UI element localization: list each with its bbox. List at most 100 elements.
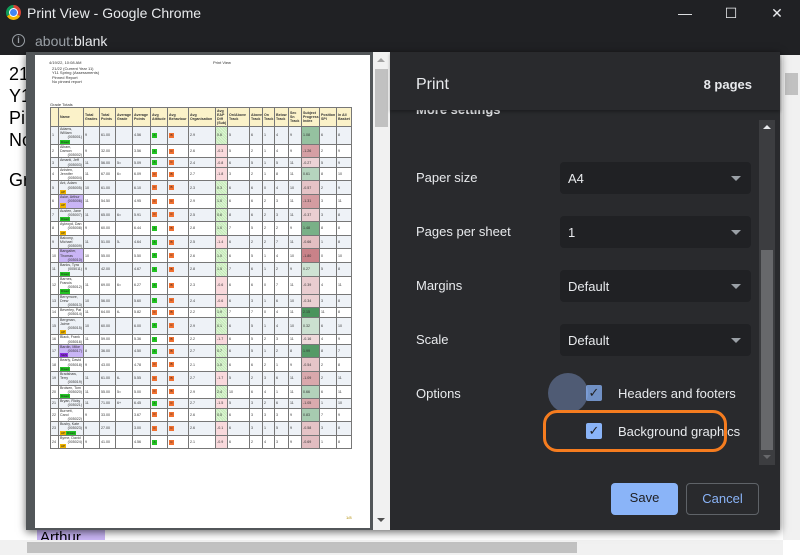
grade-badge: A [152,337,157,343]
preview-column-header: Total Grades [83,107,100,127]
student-tag: Disad [66,430,76,435]
grade-badge: B [169,389,174,395]
value-cell: 2.5 [188,207,216,223]
value-cell: 11 [83,398,100,409]
url-scheme: about: [35,33,74,49]
eap-diff-cell: -1.4 [215,234,228,250]
scrollbar-thumb[interactable] [785,73,798,95]
maximize-button[interactable]: ☐ [708,0,754,26]
scroll-down-icon[interactable] [377,518,385,522]
preview-scrollbar[interactable] [373,52,390,530]
value-cell: 3 [319,293,337,309]
address-bar[interactable]: i about:blank [0,26,800,55]
minimize-button[interactable]: — [662,0,708,26]
student-name: Bearly, David [60,358,82,363]
value-cell: 6 [227,316,250,336]
value-cell: 10 [83,293,100,309]
value-cell: 2 [262,207,275,223]
value-cell: 3 [319,207,337,223]
value-cell: 3 [262,407,275,423]
paper-size-select[interactable]: A4 [560,162,751,194]
value-cell: 4 [274,316,289,336]
preview-table-row: 24 Byrne, David (005024) AP 9 41.00 4.56 A C 2.1-… [50,434,352,450]
value-cell: 2 [262,334,275,345]
scrollbar-thumb[interactable] [27,542,577,553]
preview-column-header: In All Basket [336,107,352,127]
value-cell: 10 [83,248,100,264]
eap-diff-cell: -0.8 [215,157,228,168]
value-cell: 6 [274,293,289,309]
value-cell: 10 [336,398,352,409]
save-button[interactable]: Save [611,483,678,515]
page-vertical-scrollbar[interactable] [783,55,800,540]
chrome-logo-icon [6,5,21,20]
page-horizontal-scrollbar[interactable] [0,540,783,555]
cancel-button[interactable]: Cancel [686,483,759,515]
eap-diff-cell: 0.7 [215,343,228,359]
eap-diff-cell: 0.6 [215,207,228,223]
value-cell: 8 [319,166,337,182]
margins-select[interactable]: Default [560,270,751,302]
preview-column-header: Avg EAP Diff (Sub) [215,107,228,127]
value-cell: 1 [319,234,337,250]
value-cell: 2 [262,221,275,236]
value-cell: 2 [262,194,275,209]
eap-diff-cell: 0.6 [215,126,228,145]
value-cell: 2 [262,398,275,409]
value-cell: 4 [319,275,337,295]
grade-badge: B [169,171,174,177]
eap-diff-cell: -0.1 [215,421,228,436]
value-cell: 11 [288,275,302,295]
value-cell: 3 [249,407,263,423]
grade-badge: B [169,348,174,354]
eap-diff-cell: 1.5 [215,262,228,277]
scrollbar-thumb[interactable] [761,250,773,450]
value-cell: 4 [319,334,337,345]
headers-footers-checkbox[interactable]: ✓ [586,385,602,401]
grade-cell: A [150,143,168,159]
scroll-up-icon[interactable] [763,125,771,129]
scrollbar-thumb[interactable] [375,69,388,127]
grade-cell: A [150,126,168,145]
grade-cell: C [150,180,168,196]
row-number: 12 [50,275,59,295]
value-cell: 4 [274,180,289,196]
value-cell: 6 [249,207,263,223]
value-cell: 8 [336,293,352,309]
value-cell: 5= [115,384,133,400]
scale-select[interactable]: Default [560,324,751,356]
value-cell: 2.6 [188,248,216,264]
info-icon[interactable]: i [12,34,25,47]
value-cell: 11 [83,384,100,400]
settings-scrollbar[interactable] [759,120,775,465]
preview-table-row: 19 Bradshaw, Terry (005019) 11 61.00 6- 5.55 C B… [50,370,352,386]
value-cell: 2 [319,143,337,159]
preview-column-header: Avg Behaviour [167,107,189,127]
value-cell: 6 [319,316,337,336]
value-cell: 2.9 [188,316,216,336]
grade-badge: C [169,323,174,329]
spi-cell: 1.08 [301,126,320,145]
url-text[interactable]: about:blank [35,33,107,49]
url-host: blank [73,33,108,49]
scroll-down-icon[interactable] [763,455,771,459]
value-cell: 2.1 [188,357,216,372]
grade-cell: C [167,143,189,159]
value-cell: 1 [262,262,275,277]
grade-cell: C [150,166,168,182]
grade-badge: B [169,132,174,138]
value-cell: 6 [249,384,263,400]
value-cell: 27.00 [99,421,116,436]
pages-per-sheet-select[interactable]: 1 [560,216,751,248]
value-cell: 67.00 [99,166,116,182]
student-name: Barnes, Francis [60,276,73,285]
value-cell: 5- [115,234,133,250]
scroll-up-icon[interactable] [377,58,385,62]
headers-footers-label[interactable]: Headers and footers [618,386,736,401]
value-cell: 6 [227,248,250,264]
value-cell [115,334,133,345]
close-button[interactable]: ✕ [754,0,800,26]
value-cell: 8 [336,221,352,236]
grade-cell: C [150,207,168,223]
value-cell [115,143,133,159]
